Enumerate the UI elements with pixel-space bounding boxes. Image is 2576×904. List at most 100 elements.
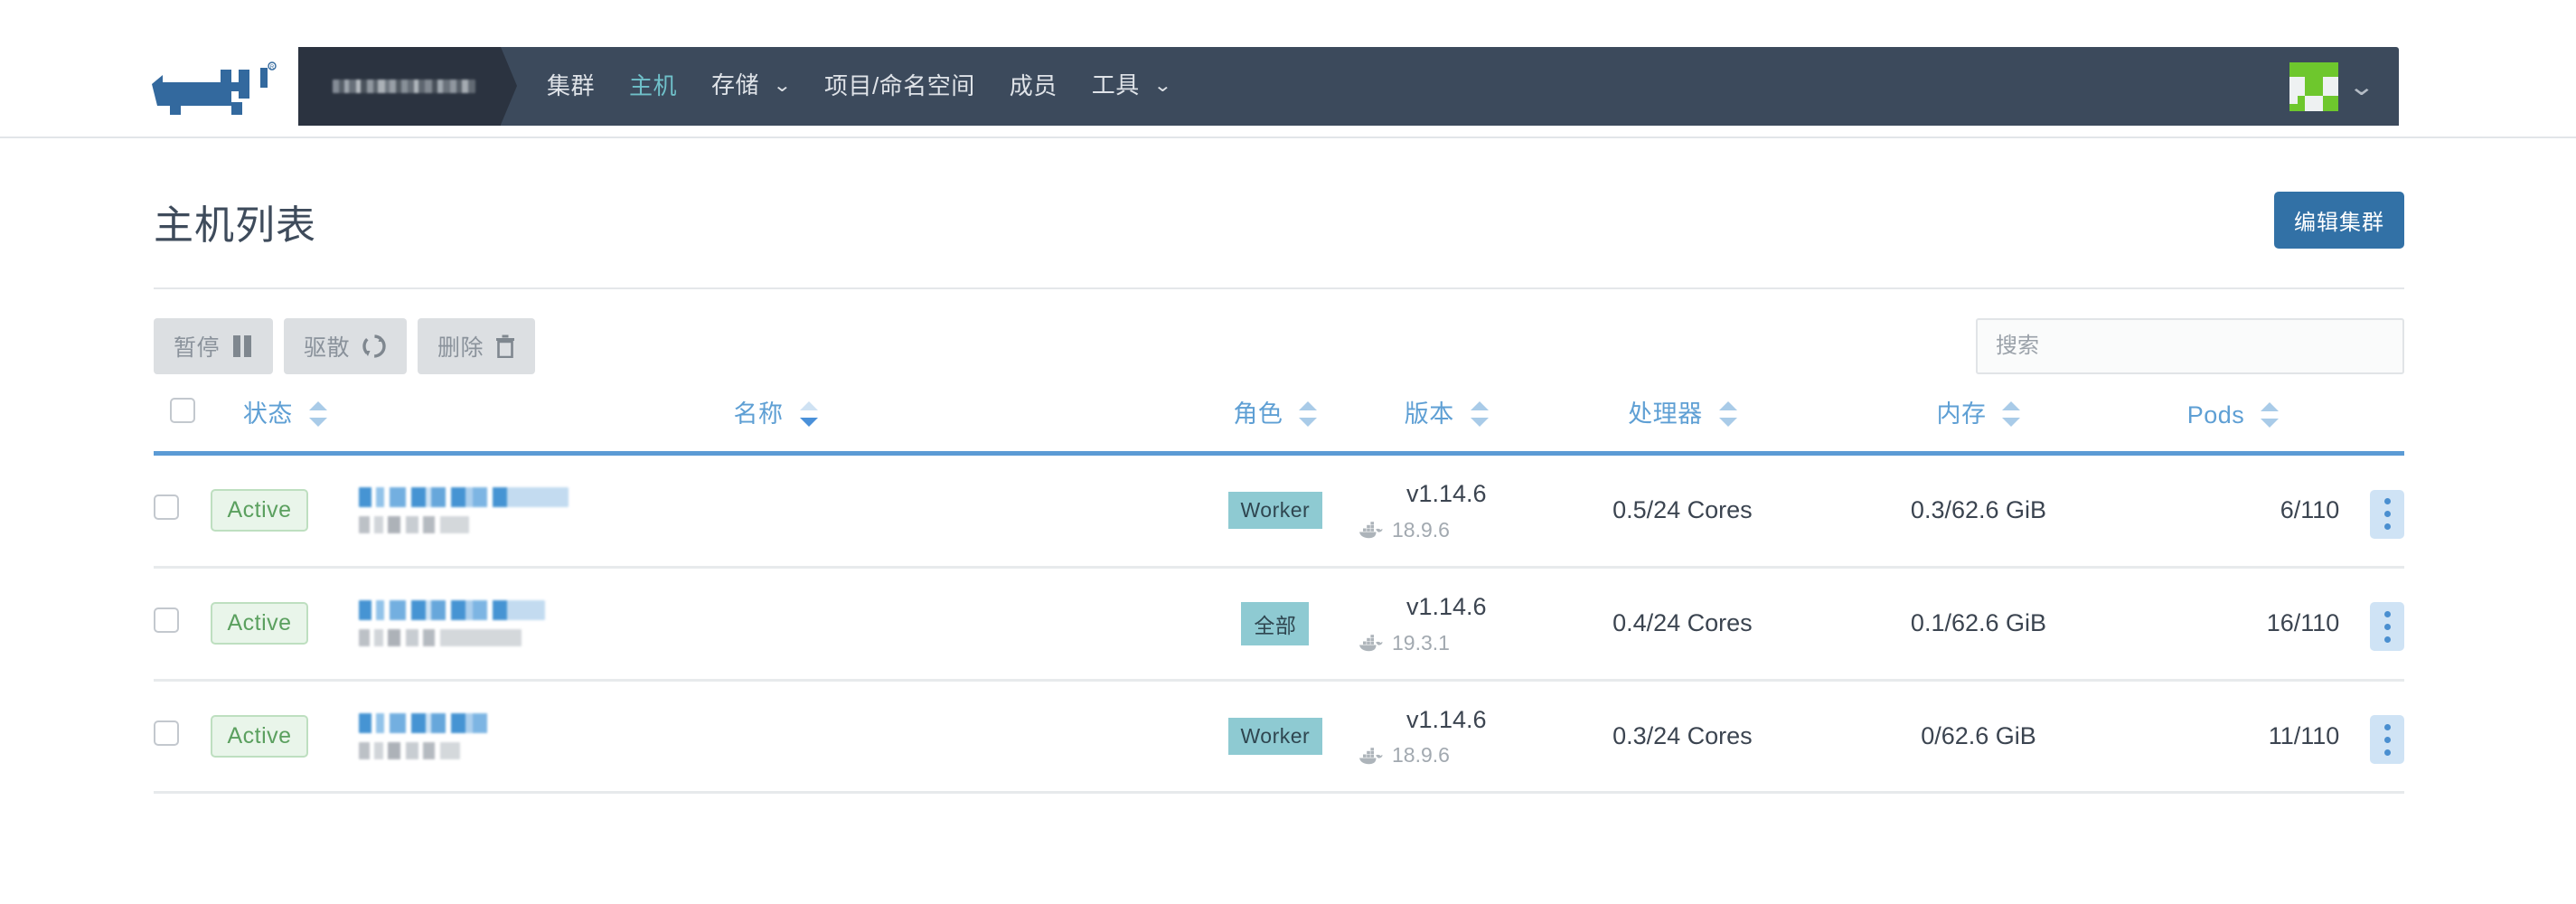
status-badge: Active xyxy=(211,489,308,532)
row-actions-cell[interactable] xyxy=(2339,453,2404,569)
sort-icon[interactable] xyxy=(1299,400,1318,428)
nav-item-clusters-label: 集群 xyxy=(547,72,596,99)
nav-item-storage-label: 存储 xyxy=(711,71,760,99)
nav-item-tools-label: 工具 xyxy=(1091,71,1140,99)
table-row[interactable]: Active Worker v1.14.6 xyxy=(154,680,2404,795)
row-actions-cell[interactable] xyxy=(2339,680,2404,795)
column-header-cpu-label: 处理器 xyxy=(1628,400,1703,428)
chevron-down-icon: ⌄ xyxy=(1152,75,1172,96)
pause-button-label: 暂停 xyxy=(174,335,221,361)
nav-item-clusters[interactable]: 集群 xyxy=(530,47,612,126)
nav-item-storage[interactable]: 存储 ⌄ xyxy=(694,46,807,127)
docker-version: 18.9.6 xyxy=(1392,743,1450,767)
role-badge: Worker xyxy=(1227,492,1323,530)
row-cpu-cell: 0.3/24 Cores xyxy=(1534,680,1831,795)
nav-item-hosts-label: 主机 xyxy=(629,72,678,99)
docker-version-row: 18.9.6 xyxy=(1359,743,1535,767)
search-box[interactable] xyxy=(1976,318,2404,374)
pause-button[interactable]: 暂停 xyxy=(154,318,274,374)
row-actions-menu-icon[interactable] xyxy=(2370,489,2404,539)
host-address-redacted xyxy=(359,629,522,647)
docker-icon xyxy=(1359,521,1383,539)
kubernetes-version: v1.14.6 xyxy=(1406,592,1487,620)
sort-icon[interactable] xyxy=(2261,401,2280,428)
row-actions-menu-icon[interactable] xyxy=(2370,602,2404,652)
chevron-down-icon: ⌄ xyxy=(772,75,793,96)
sort-icon[interactable] xyxy=(1718,400,1737,428)
breadcrumb-cluster[interactable] xyxy=(298,47,517,126)
column-header-name[interactable]: 名称 xyxy=(359,394,1191,454)
status-badge: Active xyxy=(211,714,308,758)
row-select-cell[interactable] xyxy=(154,453,212,569)
nav-item-projects-namespaces-label: 项目/命名空间 xyxy=(824,72,975,99)
drain-button-label: 驱散 xyxy=(304,335,351,361)
column-header-memory[interactable]: 内存 xyxy=(1830,394,2127,454)
row-version-cell: v1.14.6 18.9.6 xyxy=(1359,680,1535,795)
column-header-memory-label: 内存 xyxy=(1936,400,1987,428)
host-name-link[interactable] xyxy=(359,712,1191,759)
row-select-cell[interactable] xyxy=(154,680,212,795)
drain-button[interactable]: 驱散 xyxy=(284,318,408,374)
nav-item-members-label: 成员 xyxy=(1009,72,1058,99)
row-name-cell[interactable] xyxy=(359,567,1192,682)
column-header-pods[interactable]: Pods xyxy=(2127,394,2339,454)
row-name-cell[interactable] xyxy=(359,680,1192,795)
row-role-cell: Worker xyxy=(1191,453,1359,569)
row-cpu-cell: 0.5/24 Cores xyxy=(1534,453,1831,569)
sort-icon[interactable] xyxy=(1470,400,1489,428)
sort-icon[interactable] xyxy=(308,400,327,428)
status-badge: Active xyxy=(211,602,308,645)
host-address-redacted xyxy=(359,516,470,534)
delete-button[interactable]: 删除 xyxy=(418,318,536,374)
row-checkbox[interactable] xyxy=(154,720,179,746)
hosts-table-body: Active Worker v1.14.6 18.9.6 0.5/24 Core… xyxy=(154,453,2404,795)
nav-item-projects-namespaces[interactable]: 项目/命名空间 xyxy=(807,47,992,126)
host-address-redacted xyxy=(359,741,461,759)
column-header-version[interactable]: 版本 xyxy=(1359,394,1535,454)
table-row[interactable]: Active 全部 v1.14.6 19.3.1 0.4/24 Cores 0.… xyxy=(154,567,2404,682)
host-name-redacted xyxy=(359,600,546,621)
row-checkbox[interactable] xyxy=(154,494,179,521)
nav-links: 集群 主机 存储 ⌄ 项目/命名空间 成员 工具 ⌄ xyxy=(501,47,1188,126)
row-memory-cell: 0.1/62.6 GiB xyxy=(1830,567,2127,682)
kubernetes-version: v1.14.6 xyxy=(1406,480,1487,507)
column-header-state-label: 状态 xyxy=(242,400,293,428)
row-select-cell[interactable] xyxy=(154,567,212,682)
edit-cluster-button[interactable]: 编辑集群 xyxy=(2274,192,2404,249)
column-header-cpu[interactable]: 处理器 xyxy=(1535,394,1831,454)
column-header-actions xyxy=(2339,394,2404,454)
main-navigation: 集群 主机 存储 ⌄ 项目/命名空间 成员 工具 ⌄ ⌄ xyxy=(298,47,2399,126)
nav-item-members[interactable]: 成员 xyxy=(992,47,1075,126)
nav-item-hosts[interactable]: 主机 xyxy=(612,47,694,126)
row-pods-cell: 11/110 xyxy=(2126,680,2340,795)
table-header-row: 状态 名称 角色 版本 处理器 内存 Pods xyxy=(154,394,2404,454)
row-state-cell: Active xyxy=(211,567,360,682)
table-row[interactable]: Active Worker v1.14.6 xyxy=(154,453,2404,569)
breadcrumb-cluster-name-redacted xyxy=(333,80,475,93)
search-input[interactable] xyxy=(1978,320,2402,372)
pause-icon xyxy=(231,334,253,358)
nav-item-tools[interactable]: 工具 ⌄ xyxy=(1075,46,1188,127)
sort-icon[interactable] xyxy=(2002,400,2021,428)
row-memory-cell: 0.3/62.6 GiB xyxy=(1830,453,2127,569)
header-divider xyxy=(154,287,2404,289)
avatar[interactable] xyxy=(2289,61,2338,111)
column-header-role[interactable]: 角色 xyxy=(1192,394,1359,454)
host-name-link[interactable] xyxy=(359,600,1191,647)
sort-icon-active[interactable] xyxy=(799,400,818,428)
row-checkbox[interactable] xyxy=(154,607,179,634)
row-actions-menu-icon[interactable] xyxy=(2370,715,2404,765)
column-header-state[interactable]: 状态 xyxy=(211,394,359,454)
select-all-checkbox[interactable] xyxy=(169,398,195,423)
column-header-name-label: 名称 xyxy=(733,400,784,428)
role-badge: 全部 xyxy=(1241,601,1310,645)
row-name-cell[interactable] xyxy=(359,453,1192,569)
rancher-cow-logo[interactable]: R xyxy=(145,59,278,122)
column-header-pods-label: Pods xyxy=(2186,401,2245,428)
host-name-link[interactable] xyxy=(359,487,1191,534)
column-header-version-label: 版本 xyxy=(1404,400,1454,428)
row-actions-cell[interactable] xyxy=(2339,567,2404,682)
hosts-table: 状态 名称 角色 版本 处理器 内存 Pods Active Worker v1… xyxy=(154,394,2404,795)
chevron-down-icon[interactable]: ⌄ xyxy=(2347,71,2375,101)
select-all-header[interactable] xyxy=(154,394,211,454)
